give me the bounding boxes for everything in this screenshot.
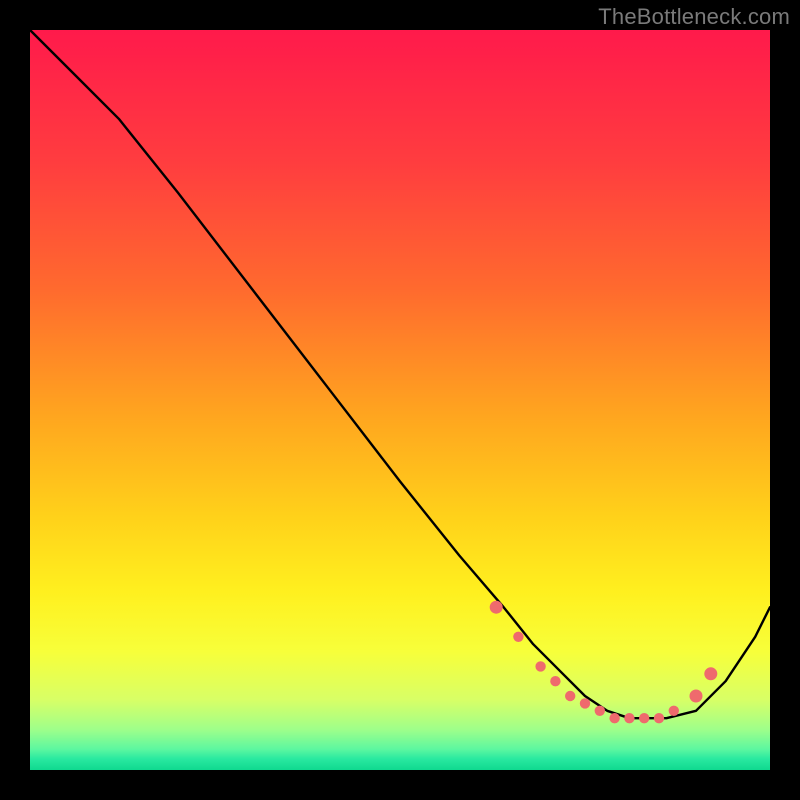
highlight-dot	[669, 706, 679, 716]
highlight-dot	[535, 661, 545, 671]
highlight-dot	[490, 601, 503, 614]
highlight-dot	[609, 713, 619, 723]
highlight-dot	[704, 667, 717, 680]
highlight-dot	[550, 676, 560, 686]
highlight-dot	[580, 698, 590, 708]
chart-canvas	[0, 0, 800, 800]
highlight-dot	[654, 713, 664, 723]
plot-background	[30, 30, 770, 770]
chart-frame: TheBottleneck.com	[0, 0, 800, 800]
highlight-dot	[624, 713, 634, 723]
highlight-dot	[639, 713, 649, 723]
highlight-dot	[690, 690, 703, 703]
highlight-dot	[565, 691, 575, 701]
highlight-dot	[595, 706, 605, 716]
highlight-dot	[513, 632, 523, 642]
